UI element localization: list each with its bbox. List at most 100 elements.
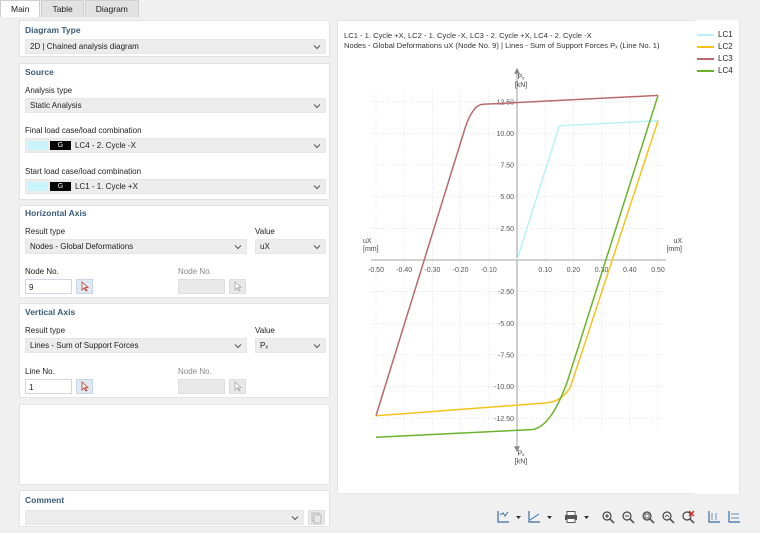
axis2-settings-dropdown[interactable] [545,509,553,525]
zoom-in-button[interactable] [599,509,616,525]
y-tick-label: 10.00 [496,131,514,138]
v-line-input[interactable]: 1 [25,379,72,394]
series-line-lc1 [516,119,659,261]
lc-color-swatch [28,141,48,150]
lc-color-swatch [28,182,48,191]
chevron-down-icon [291,516,299,521]
x-tick-label: 0.40 [623,267,637,274]
x-tick-label: -0.20 [453,267,469,274]
h-value-label: Value [255,227,275,236]
zoom-out-icon [621,511,635,524]
v-line-pick-button[interactable] [76,379,93,394]
chevron-down-icon [313,45,321,50]
y-tick-label: -2.50 [498,289,514,296]
chart-legend: LC1 LC2 LC3 LC4 [695,20,739,494]
chart-panel: LC1 - 1. Cycle +X, LC2 - 1. Cycle -X, LC… [337,20,740,494]
tab-main[interactable]: Main [0,0,41,17]
legend-item-lc3: LC3 [697,54,733,63]
zoom-window-button[interactable] [659,509,676,525]
x-axis-label-left: uX [363,238,372,245]
pick-cursor-icon [234,381,243,392]
diagram-type-select[interactable]: 2D | Chained analysis diagram [25,39,326,54]
y-axis-label-bottom: [kN] [515,458,528,465]
start-lc-value: LC1 - 1. Cycle +X [75,182,138,191]
axis-settings-dropdown[interactable] [514,509,522,525]
horizontal-axis-panel: Horizontal Axis Result type Value Nodes … [19,205,330,298]
h-node-input[interactable]: 9 [25,279,72,294]
h-node2-input [178,279,225,294]
axis-y-icon [727,511,740,523]
start-lc-label: Start load case/load combination [25,167,142,176]
chevron-down-icon [234,245,242,250]
chart-toolbar [494,508,745,526]
print-icon [564,511,577,523]
y-tick-label: -5.00 [498,321,514,328]
h-result-type-label: Result type [25,227,66,236]
x-tick-label: -0.50 [368,267,384,274]
legend-swatch [697,57,714,60]
x-tick-label: 0.10 [538,267,552,274]
legend-swatch [697,45,714,48]
start-lc-select[interactable]: G LC1 - 1. Cycle +X [25,179,326,194]
y-axis-label-bottom: Pₓ [518,450,526,457]
y-tick-label: 2.50 [500,226,514,233]
final-lc-select[interactable]: G LC4 - 2. Cycle -X [25,138,326,153]
axis2-settings-icon [527,511,540,523]
chevron-down-icon [313,185,321,190]
final-lc-value: LC4 - 2. Cycle -X [75,141,136,150]
y-tick-label: 7.50 [500,163,514,170]
v-result-type-select[interactable]: Lines - Sum of Support Forces [25,338,247,353]
comment-select[interactable] [25,510,304,525]
reset-zoom-icon [681,510,695,524]
zoom-window-icon [661,511,675,524]
diagram-type-title: Diagram Type [25,25,81,35]
axis-settings-dropdown-icon [515,515,521,519]
comment-edit-button[interactable] [308,510,325,525]
axis-settings-button[interactable] [494,509,511,525]
legend-swatch [697,33,714,36]
v-node-input [178,379,225,394]
chevron-down-icon [313,245,321,250]
print-dropdown[interactable] [582,509,590,525]
legend-label: LC3 [718,54,733,63]
x-tick-label: -0.40 [396,267,412,274]
analysis-type-label: Analysis type [25,86,73,95]
chevron-down-icon [234,344,242,349]
pick-cursor-icon [81,281,90,292]
axis-x-button[interactable] [705,509,722,525]
reset-zoom-button[interactable] [679,509,696,525]
y-tick-label: -12.50 [494,416,514,423]
empty-panel [19,404,330,485]
v-node-label: Node No. [178,367,212,376]
chevron-down-icon [313,104,321,109]
source-title: Source [25,67,54,77]
diagram-plot[interactable]: -0.50 -0.40 -0.30 -0.20 -0.10 0.10 0.20 0.30 0.4… [338,53,739,493]
zoom-out-button[interactable] [619,509,636,525]
v-value-select[interactable]: Pₓ [255,338,326,353]
axis-y-button[interactable] [725,509,742,525]
tab-diagram[interactable]: Diagram [84,0,139,17]
x-axis-label-right: [mm] [666,246,682,253]
y-tick-label: -10.00 [494,384,514,391]
axis2-settings-button[interactable] [525,509,542,525]
h-value-select[interactable]: uX [255,239,326,254]
v-result-type-label: Result type [25,326,66,335]
comment-panel: Comment [19,490,330,527]
y-tick-label: -7.50 [498,352,514,359]
vertical-axis-panel: Vertical Axis Result type Value Lines - … [19,303,330,398]
x-axis-label-right: uX [673,238,682,245]
legend-item-lc1: LC1 [697,30,733,39]
v-value-label: Value [255,326,275,335]
pick-cursor-icon [234,281,243,292]
final-lc-label: Final load case/load combination [25,126,142,135]
diagram-type-panel: Diagram Type 2D | Chained analysis diagr… [19,20,330,57]
axis-x-icon [707,511,720,523]
analysis-type-select[interactable]: Static Analysis [25,98,326,113]
tab-table[interactable]: Table [41,0,84,17]
h-result-type-select[interactable]: Nodes - Global Deformations [25,239,247,254]
vertical-axis-title: Vertical Axis [25,307,76,317]
tab-bar: Main Table Diagram [0,0,140,17]
zoom-all-button[interactable] [639,509,656,525]
print-button[interactable] [562,509,579,525]
h-node-pick-button[interactable] [76,279,93,294]
